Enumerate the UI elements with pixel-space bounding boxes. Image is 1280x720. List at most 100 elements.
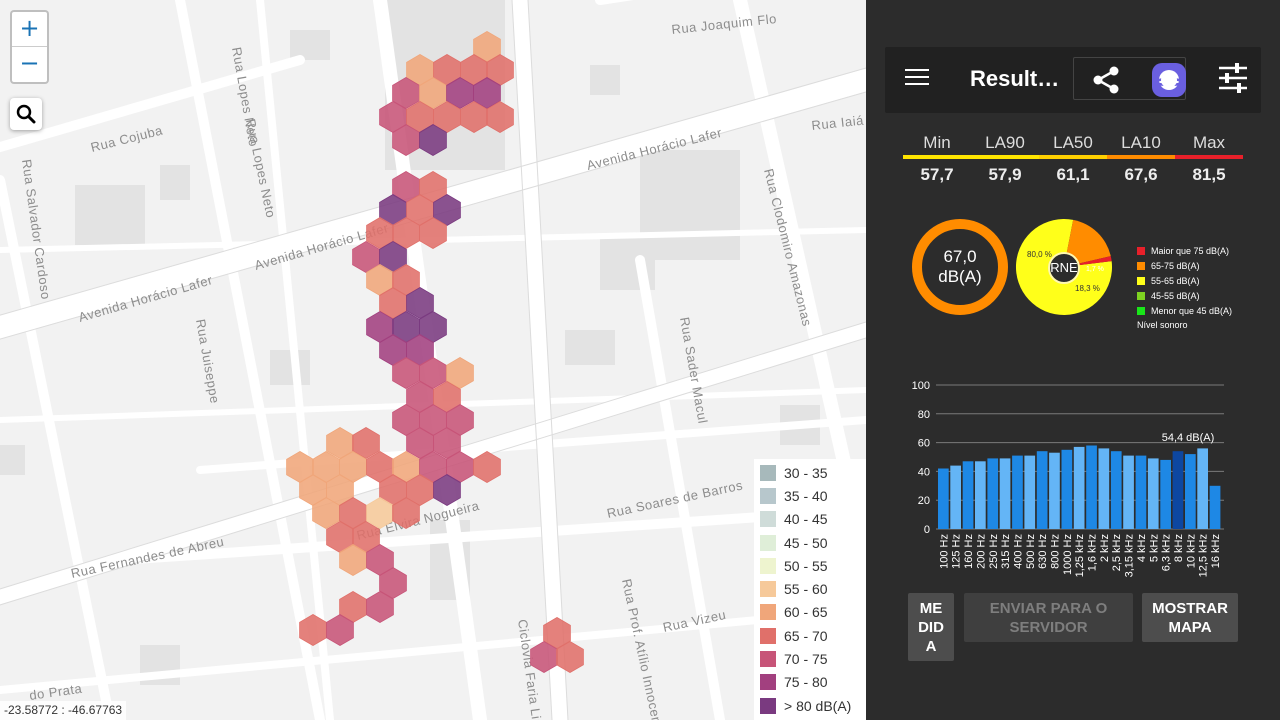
- stat-color-bar: [1107, 155, 1175, 159]
- map-legend: 30 - 35 35 - 40 40 - 45 45 - 50 50 - 55 55 - …: [754, 459, 866, 720]
- x-tick-label: 630 Hz: [1037, 534, 1049, 569]
- spectrum-bar[interactable]: [1209, 485, 1221, 529]
- y-tick-label: 100: [912, 380, 930, 392]
- spectrum-bar[interactable]: [1073, 446, 1085, 529]
- legend-swatch: [760, 534, 776, 551]
- y-tick-label: 0: [924, 524, 930, 536]
- x-tick-label: 500 Hz: [1025, 534, 1037, 569]
- spectrum-bar[interactable]: [1049, 452, 1060, 529]
- stat-label: LA10: [1121, 133, 1161, 152]
- spectrum-bar[interactable]: [1172, 451, 1184, 529]
- pie-legend-item: Maior que 75 dB(A): [1137, 244, 1232, 259]
- share-icon[interactable]: [1090, 64, 1122, 96]
- spectrum-bar[interactable]: [938, 468, 949, 530]
- stat-la10: LA10 67,6: [1107, 133, 1175, 185]
- legend-item: 50 - 55: [760, 554, 866, 577]
- send-to-server-button[interactable]: ENVIAR PARA O SERVIDOR: [964, 593, 1133, 642]
- x-tick-label: 12,5 kHz: [1198, 534, 1210, 577]
- spectrum-bar[interactable]: [950, 465, 961, 529]
- x-tick-label: 160 Hz: [963, 534, 975, 569]
- spectrum-bar[interactable]: [999, 458, 1011, 529]
- level-unit: dB(A): [938, 267, 982, 286]
- stat-color-bar: [971, 155, 1039, 159]
- map-base: Rua Joaquim Flo Rua Lopes Neto Rua Cojub…: [0, 0, 866, 720]
- legend-item: 40 - 45: [760, 508, 866, 531]
- street-label: Rua Vizeu: [662, 607, 728, 635]
- spectrum-bar-chart: 0 20 40 60 80 100 100 Hz 125 Hz 160 Hz 200 Hz 250 …: [912, 380, 1224, 577]
- highlighted-bar-value: 54,4 dB(A): [1162, 432, 1215, 444]
- spectrum-bar[interactable]: [1086, 445, 1097, 530]
- toolbar-action-group: [1073, 57, 1186, 100]
- equalizer-settings-icon[interactable]: [1217, 62, 1249, 94]
- pie-legend: Maior que 75 dB(A) 65-75 dB(A) 55-65 dB(A)…: [1137, 244, 1232, 330]
- app-logo-icon[interactable]: [1152, 63, 1186, 97]
- legend-swatch: [760, 604, 776, 621]
- x-tick-label: 3,15 kHz: [1124, 534, 1136, 577]
- legend-label: 65 - 70: [784, 627, 828, 644]
- spectrum-bar[interactable]: [1110, 451, 1122, 529]
- pie-legend-item: 55-65 dB(A): [1137, 274, 1232, 289]
- spectrum-bar[interactable]: [962, 461, 974, 529]
- spectrum-bar[interactable]: [975, 461, 986, 529]
- spectrum-bar[interactable]: [1024, 455, 1036, 529]
- x-tick-label: 250 Hz: [988, 534, 1000, 569]
- zoom-out-button[interactable]: −: [12, 47, 47, 82]
- hamburger-menu-icon[interactable]: [905, 69, 929, 89]
- pie-center-label: RNE: [1048, 252, 1080, 284]
- y-tick-label: 80: [918, 409, 930, 421]
- x-tick-label: 4 kHz: [1136, 534, 1148, 562]
- spectrum-bar[interactable]: [1061, 449, 1073, 529]
- page-title: Result…: [970, 66, 1060, 91]
- spectrum-bar[interactable]: [1123, 455, 1134, 529]
- legend-label: 35 - 40: [784, 487, 828, 504]
- legend-label: 55 - 60: [784, 581, 828, 598]
- stat-label: Min: [923, 133, 951, 152]
- legend-item: 75 - 80: [760, 671, 866, 694]
- spectrum-bar[interactable]: [987, 458, 999, 529]
- x-tick-label: 10 kHz: [1185, 534, 1197, 568]
- legend-item: 35 - 40: [760, 484, 866, 507]
- legend-swatch: [760, 464, 776, 481]
- legend-label: > 80 dB(A): [784, 697, 852, 714]
- pie-legend-swatch: [1137, 262, 1145, 271]
- spectrum-bar[interactable]: [1135, 455, 1147, 529]
- app-toolbar: Result…: [885, 47, 1261, 113]
- legend-item: > 80 dB(A): [760, 694, 866, 717]
- legend-label: 60 - 65: [784, 604, 828, 621]
- map-view[interactable]: Rua Joaquim Flo Rua Lopes Neto Rua Cojub…: [0, 0, 866, 720]
- x-tick-label: 200 Hz: [975, 534, 987, 569]
- zoom-in-button[interactable]: +: [12, 12, 47, 47]
- legend-label: 45 - 50: [784, 534, 828, 551]
- spectrum-bar[interactable]: [1036, 451, 1048, 529]
- x-tick-label: 800 Hz: [1050, 534, 1062, 569]
- street-label: Rua Joaquim Flo: [671, 11, 778, 37]
- stat-label: LA50: [1053, 133, 1093, 152]
- spectrum-bar[interactable]: [1098, 448, 1110, 529]
- spectrum-bar[interactable]: [1197, 448, 1208, 529]
- spectrum-bar[interactable]: [1185, 454, 1196, 529]
- level-value: 67,0: [943, 247, 977, 266]
- pie-legend-swatch: [1137, 276, 1145, 285]
- x-tick-label: 5 kHz: [1148, 534, 1160, 562]
- x-tick-label: 8 kHz: [1173, 534, 1185, 562]
- legend-item: 65 - 70: [760, 624, 866, 647]
- y-tick-label: 20: [918, 495, 930, 507]
- stat-value: 57,7: [920, 165, 954, 184]
- map-search-button[interactable]: [10, 98, 42, 130]
- spectrum-bar[interactable]: [1160, 459, 1171, 529]
- pie-legend-item: Menor que 45 dB(A): [1137, 303, 1232, 318]
- pie-legend-label: Maior que 75 dB(A): [1151, 246, 1230, 257]
- legend-swatch: [760, 627, 776, 644]
- legend-item: 45 - 50: [760, 531, 866, 554]
- pie-legend-label: 65-75 dB(A): [1151, 261, 1200, 272]
- spectrum-bar[interactable]: [1012, 455, 1023, 529]
- street-label: Rua Prof. Atílio Innocenti: [619, 578, 666, 720]
- measure-button[interactable]: ME DID A: [908, 593, 954, 661]
- y-tick-label: 40: [918, 466, 930, 478]
- spectrum-bar[interactable]: [1147, 458, 1159, 529]
- legend-swatch: [760, 511, 776, 528]
- legend-swatch: [760, 697, 776, 714]
- show-map-button[interactable]: MOSTRAR MAPA: [1142, 593, 1238, 642]
- legend-label: 50 - 55: [784, 557, 828, 574]
- coordinate-readout: -23.58772 : -46.67763: [0, 701, 127, 720]
